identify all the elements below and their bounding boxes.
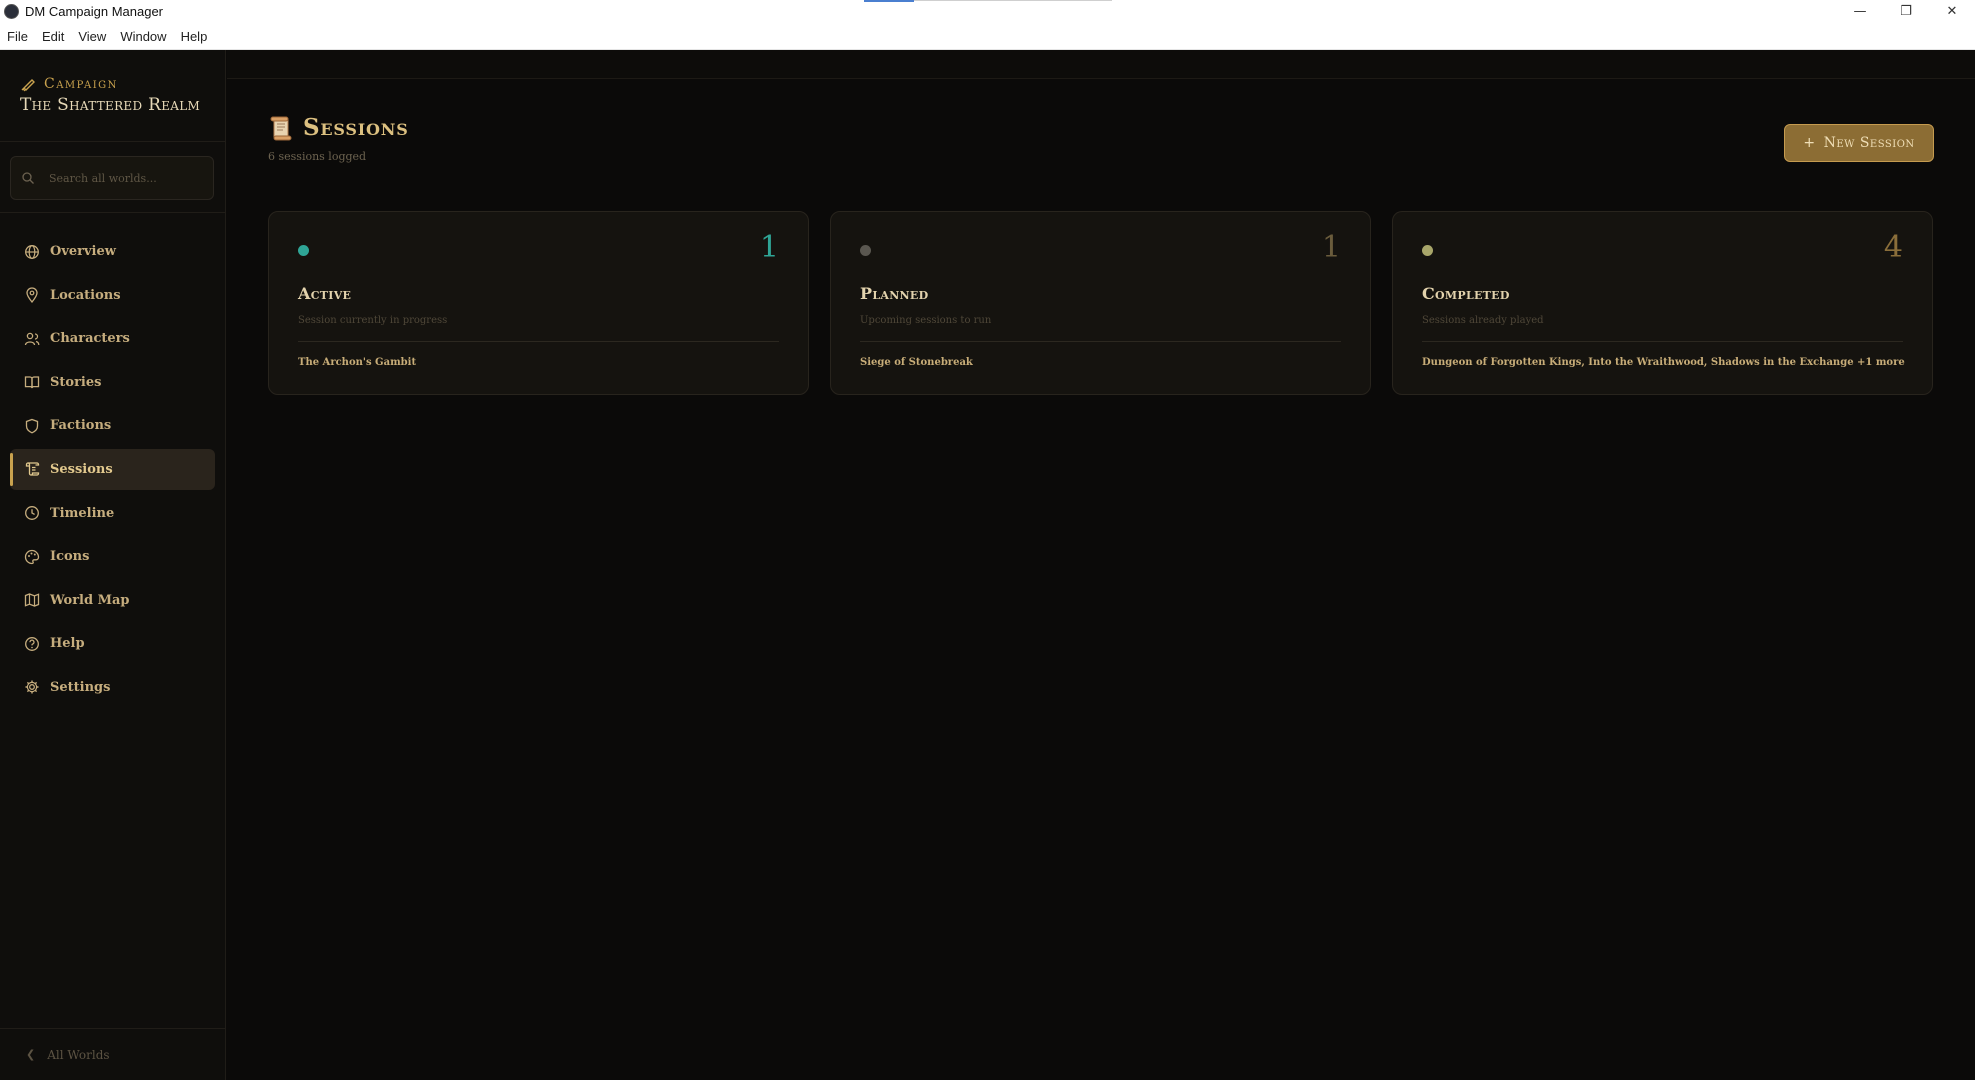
window-titlebar: DM Campaign Manager — ❐ ✕: [0, 0, 1975, 23]
card-title: Completed: [1422, 284, 1510, 303]
page-subtitle: 6 sessions logged: [268, 150, 367, 163]
card-divider: [860, 341, 1341, 342]
card-session-list: The Archon's Gambit: [298, 357, 417, 368]
page-header: Sessions 6 sessions logged: [268, 114, 409, 163]
book-icon: [24, 376, 40, 389]
status-cards: 1 Active Session currently in progress T…: [268, 211, 1933, 395]
sidebar-item-label: Timeline: [50, 505, 115, 521]
sidebar-item-overview[interactable]: Overview: [10, 231, 215, 272]
scroll-icon: [270, 116, 292, 140]
sidebar-item-label: Stories: [50, 374, 102, 390]
menu-window[interactable]: Window: [113, 29, 173, 44]
menu-edit[interactable]: Edit: [35, 29, 71, 44]
menu-bar: File Edit View Window Help: [0, 23, 1975, 50]
close-icon[interactable]: ✕: [1929, 0, 1975, 23]
top-strip: [227, 50, 1975, 79]
sidebar-item-timeline[interactable]: Timeline: [10, 493, 215, 534]
chevron-left-icon: ❮: [26, 1048, 36, 1061]
restore-icon[interactable]: ❐: [1883, 0, 1929, 23]
card-description: Sessions already played: [1422, 315, 1544, 326]
sidebar-item-help[interactable]: Help: [10, 623, 215, 664]
menu-file[interactable]: File: [0, 29, 35, 44]
new-session-button[interactable]: + New Session: [1784, 124, 1934, 162]
card-session-list: Dungeon of Forgotten Kings, Into the Wra…: [1422, 357, 1905, 368]
menu-help[interactable]: Help: [174, 29, 215, 44]
sidebar-item-label: Factions: [50, 418, 112, 434]
card-active[interactable]: 1 Active Session currently in progress T…: [268, 211, 809, 395]
sidebar-item-label: Sessions: [50, 461, 113, 477]
quill-icon: [21, 79, 35, 92]
app-icon: [4, 4, 19, 19]
sidebar-item-label: Settings: [50, 679, 111, 695]
sidebar-item-label: Help: [50, 636, 85, 652]
main-content: Sessions 6 sessions logged + New Session…: [227, 50, 1975, 1080]
card-completed[interactable]: 4 Completed Sessions already played Dung…: [1392, 211, 1933, 395]
page-title: Sessions: [268, 114, 409, 141]
minimize-icon[interactable]: —: [1837, 0, 1883, 23]
status-dot: [860, 245, 871, 256]
sidebar-item-label: Icons: [50, 549, 90, 565]
page-title-text: Sessions: [303, 114, 409, 141]
all-worlds-link[interactable]: ❮ All Worlds: [0, 1028, 226, 1080]
card-session-list: Siege of Stonebreak: [860, 357, 973, 368]
sidebar-item-world-map[interactable]: World Map: [10, 580, 215, 621]
map-pin-icon: [26, 287, 38, 304]
titlebar-divider: [914, 0, 1112, 1]
card-count: 1: [759, 230, 779, 265]
sidebar: Campaign The Shattered Realm Overview Lo…: [0, 50, 226, 1080]
window-controls: — ❐ ✕: [1837, 0, 1975, 23]
card-title: Active: [298, 284, 352, 303]
sidebar-item-sessions[interactable]: Sessions: [10, 448, 215, 490]
search-box[interactable]: [10, 156, 214, 200]
titlebar-accent: [864, 0, 914, 2]
sidebar-item-label: Locations: [50, 287, 121, 303]
help-circle-icon: [25, 636, 39, 651]
scroll-icon: [25, 462, 40, 477]
shield-icon: [25, 418, 39, 434]
new-session-label: New Session: [1823, 135, 1915, 151]
status-dot: [1422, 245, 1433, 256]
card-description: Upcoming sessions to run: [860, 315, 992, 326]
card-count: 1: [1321, 230, 1341, 265]
clock-icon: [25, 506, 39, 521]
plus-icon: +: [1803, 135, 1816, 151]
sidebar-item-factions[interactable]: Factions: [10, 405, 215, 446]
gear-icon: [25, 680, 39, 694]
sidebar-item-icons[interactable]: Icons: [10, 536, 215, 577]
campaign-name: The Shattered Realm: [20, 95, 201, 115]
sidebar-item-label: World Map: [50, 592, 130, 608]
card-title: Planned: [860, 284, 929, 303]
card-divider: [1422, 341, 1903, 342]
card-description: Session currently in progress: [298, 315, 448, 326]
sidebar-item-settings[interactable]: Settings: [10, 667, 215, 708]
sidebar-item-label: Characters: [50, 331, 130, 347]
search-wrapper: [0, 142, 225, 213]
card-divider: [298, 341, 779, 342]
palette-icon: [24, 549, 40, 564]
sidebar-nav: Overview Locations Characters Stories Fa…: [0, 213, 225, 708]
window-title: DM Campaign Manager: [25, 4, 164, 19]
campaign-header: Campaign The Shattered Realm: [0, 50, 225, 142]
search-input[interactable]: [49, 171, 199, 185]
sidebar-item-label: Overview: [50, 244, 116, 259]
globe-icon: [25, 244, 39, 259]
campaign-kicker: Campaign: [20, 76, 225, 92]
map-icon: [24, 593, 40, 607]
card-count: 4: [1883, 230, 1903, 265]
search-icon: [22, 172, 34, 184]
sidebar-item-characters[interactable]: Characters: [10, 318, 215, 359]
users-icon: [24, 332, 40, 345]
all-worlds-label: All Worlds: [47, 1047, 110, 1062]
menu-view[interactable]: View: [71, 29, 113, 44]
sidebar-item-stories[interactable]: Stories: [10, 362, 215, 403]
status-dot: [298, 245, 309, 256]
sidebar-item-locations[interactable]: Locations: [10, 275, 215, 316]
campaign-kicker-label: Campaign: [44, 76, 118, 92]
card-planned[interactable]: 1 Planned Upcoming sessions to run Siege…: [830, 211, 1371, 395]
